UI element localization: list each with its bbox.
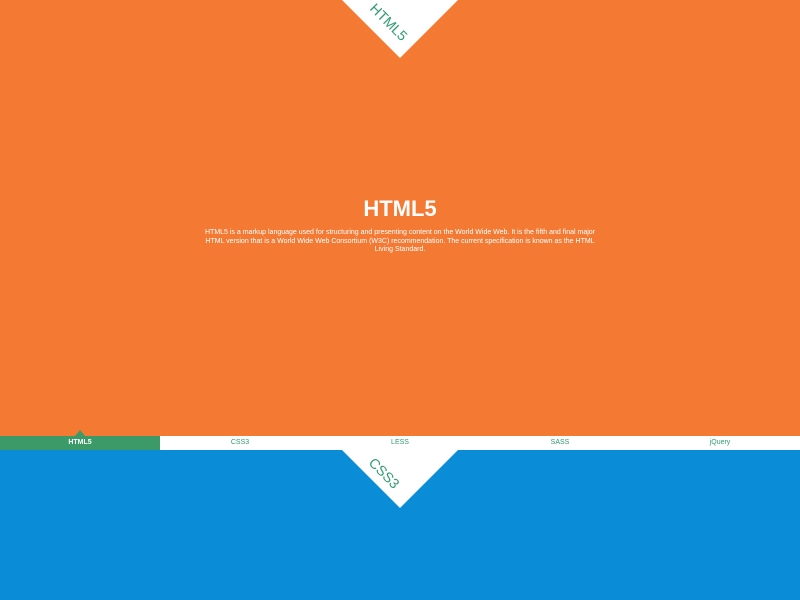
page: HTML5 HTML5 HTML5 is a markup language u… [0, 0, 800, 600]
section-title: HTML5 [363, 196, 437, 221]
nav-item-sass[interactable]: SASS [480, 436, 640, 450]
nav-item-less[interactable]: LESS [320, 436, 480, 450]
section-nav: HTML5 CSS3 LESS SASS jQuery [0, 436, 800, 450]
nav-item-html5[interactable]: HTML5 [0, 436, 160, 450]
nav-item-jquery[interactable]: jQuery [640, 436, 800, 450]
section-description: HTML5 is a markup language used for stru… [204, 229, 595, 253]
nav-item-css3[interactable]: CSS3 [160, 436, 320, 450]
